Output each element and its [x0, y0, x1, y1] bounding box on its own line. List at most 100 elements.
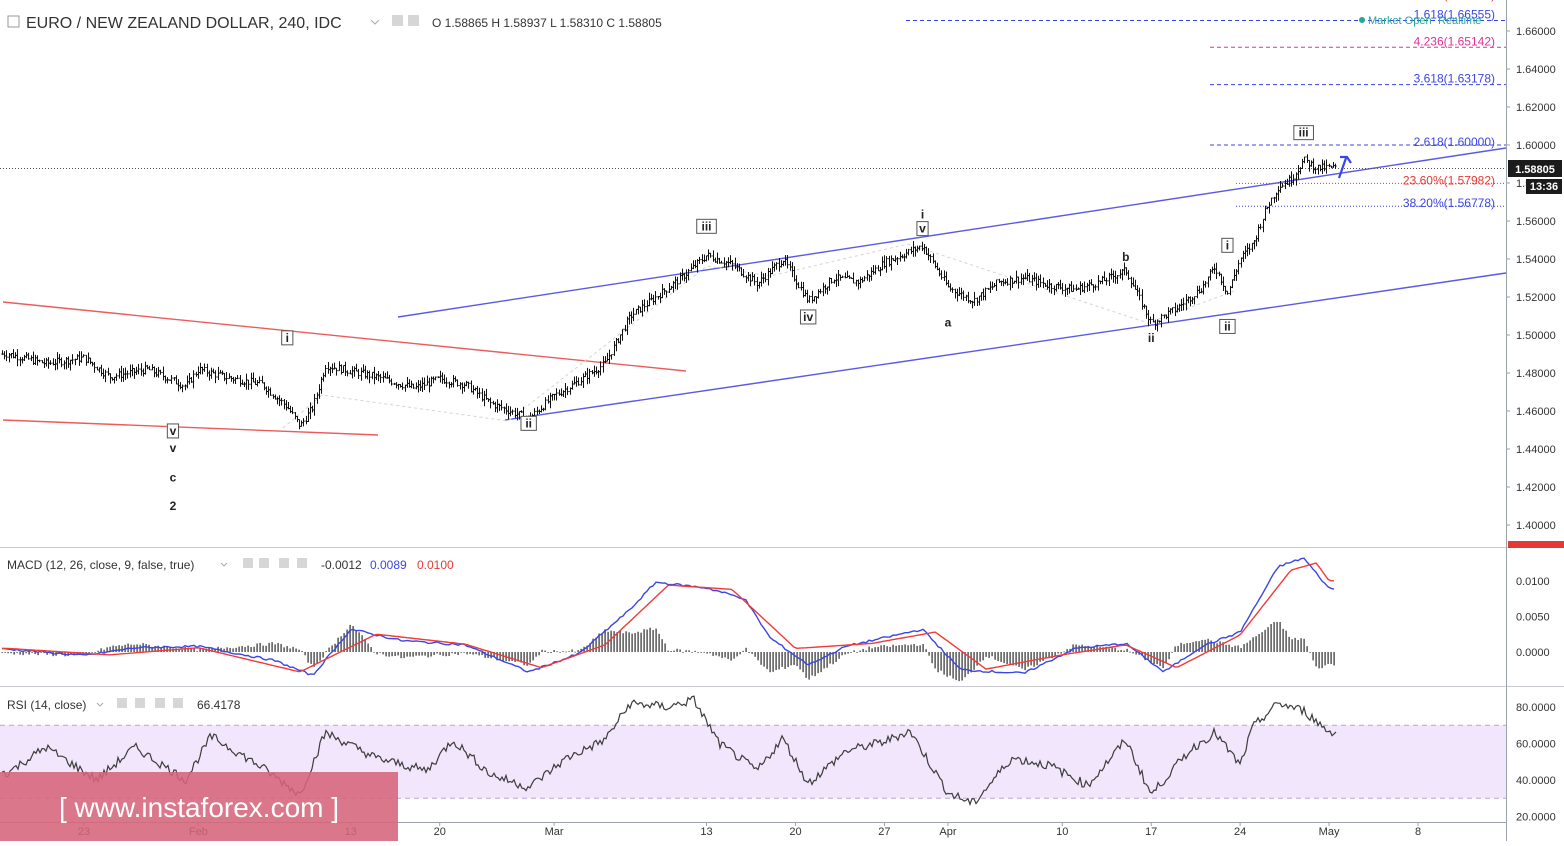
macd-histogram-bar	[424, 652, 426, 656]
macd-histogram-bar	[277, 642, 279, 652]
macd-histogram-bar	[538, 652, 540, 656]
fib-level-label[interactable]: 2.618(1.60000)	[1414, 135, 1495, 149]
macd-histogram-bar	[622, 633, 624, 652]
fib-level-label[interactable]: 5(1.67570)	[1437, 0, 1495, 2]
wave-label[interactable]: c	[170, 471, 177, 485]
macd-histogram-bar	[628, 632, 630, 652]
wave-label[interactable]: ii	[1224, 319, 1231, 333]
wave-label[interactable]: b	[1122, 250, 1129, 264]
macd-histogram-bar	[1042, 652, 1044, 661]
macd-histogram-bar	[409, 652, 411, 657]
macd-histogram-bar	[88, 652, 90, 654]
wave-label[interactable]: v	[919, 222, 926, 236]
macd-histogram-bar	[937, 652, 939, 673]
macd-histogram-bar	[529, 652, 531, 663]
macd-histogram-bar	[25, 652, 27, 654]
fib-level-label[interactable]: 4.236(1.65142)	[1414, 34, 1495, 48]
macd-histogram-bar	[601, 632, 603, 652]
macd-histogram-bar	[718, 652, 720, 657]
macd-histogram-bar	[727, 652, 729, 660]
eye-icon[interactable]	[117, 698, 127, 708]
macd-histogram-bar	[319, 652, 321, 661]
macd-histogram-bar	[904, 644, 906, 652]
macd-histogram-bar	[910, 644, 912, 652]
macd-histogram-bar	[1039, 652, 1041, 662]
macd-histogram-bar	[1303, 638, 1305, 652]
symbol-title[interactable]: EURO / NEW ZEALAND DOLLAR, 240, IDC	[26, 15, 342, 32]
wave-label[interactable]: ii	[525, 416, 532, 430]
wave-label[interactable]: iii	[702, 219, 712, 233]
price-tick-label: 1.60000	[1516, 140, 1556, 152]
fib-level-label[interactable]: 3.618(1.63178)	[1414, 72, 1495, 86]
macd-histogram-bar	[925, 649, 927, 652]
add-icon[interactable]	[155, 698, 165, 708]
add-icon[interactable]	[279, 558, 289, 568]
macd-title[interactable]: MACD (12, 26, close, 9, false, true)	[7, 558, 194, 572]
last-price-label: 1.58805	[1515, 164, 1555, 176]
time-tick-label: 27	[878, 826, 890, 838]
price-tick-label: 1.44000	[1516, 444, 1556, 456]
wave-label[interactable]: 2	[170, 499, 177, 513]
macd-histogram-bar	[943, 652, 945, 675]
macd-histogram-bar	[928, 652, 930, 656]
eye-icon[interactable]	[392, 15, 403, 26]
wave-label[interactable]: ii	[1148, 331, 1155, 345]
macd-histogram-bar	[1291, 639, 1293, 652]
macd-histogram-bar	[10, 652, 12, 654]
macd-histogram-bar	[511, 652, 513, 661]
macd-histogram-bar	[1240, 648, 1242, 652]
macd-histogram-bar	[694, 650, 696, 652]
macd-histogram-bar	[118, 645, 120, 652]
time-tick-label: Apr	[939, 826, 956, 838]
macd-histogram-bar	[463, 652, 465, 653]
wave-label[interactable]: iv	[803, 310, 813, 324]
close-icon[interactable]	[297, 558, 307, 568]
macd-histogram-bar	[532, 652, 534, 661]
macd-histogram-bar	[499, 652, 501, 660]
macd-histogram-bar	[1312, 652, 1314, 661]
wave-label[interactable]: i	[286, 331, 289, 345]
macd-histogram-bar	[1294, 637, 1296, 652]
eye-icon[interactable]	[243, 558, 253, 568]
macd-histogram-bar	[262, 645, 264, 652]
macd-histogram-bar	[550, 652, 552, 654]
macd-histogram-bar	[454, 652, 456, 654]
macd-histogram-bar	[691, 652, 693, 653]
fib-level-label[interactable]: 23.60%(1.57982)	[1403, 173, 1495, 187]
macd-histogram-bar	[1171, 652, 1173, 653]
fib-level-label[interactable]: 38.20%(1.56778)	[1403, 196, 1495, 210]
macd-histogram-bar	[847, 652, 849, 654]
close-icon[interactable]	[173, 698, 183, 708]
macd-histogram-bar	[1234, 645, 1236, 652]
macd-histogram-bar	[478, 652, 480, 656]
macd-histogram-bar	[1165, 652, 1167, 663]
macd-tick-label: 0.0100	[1516, 576, 1550, 588]
macd-histogram-bar	[679, 649, 681, 652]
macd-histogram-bar	[145, 643, 147, 652]
macd-histogram-bar	[364, 638, 366, 652]
macd-histogram-bar	[676, 648, 678, 652]
trading-chart[interactable]: 5(1.67570)1.618(1.66555)4.236(1.65142)3.…	[0, 0, 1564, 841]
macd-histogram-bar	[1006, 652, 1008, 665]
wave-label[interactable]: v	[170, 424, 177, 438]
macd-histogram-bar	[1258, 634, 1260, 652]
macd-histogram-bar	[706, 652, 708, 654]
wave-label[interactable]: i	[1226, 238, 1229, 252]
macd-histogram-bar	[883, 644, 885, 652]
macd-histogram-bar	[1081, 644, 1083, 652]
rsi-title[interactable]: RSI (14, close)	[7, 698, 86, 712]
macd-histogram-bar	[604, 629, 606, 652]
gear-icon[interactable]	[135, 698, 145, 708]
gear-icon[interactable]	[259, 558, 269, 568]
gear-icon[interactable]	[408, 15, 419, 26]
price-tick-label: 1.54000	[1516, 254, 1556, 266]
price-tick-label: 1.56000	[1516, 216, 1556, 228]
macd-histogram-bar	[97, 650, 99, 652]
macd-histogram-bar	[1003, 652, 1005, 664]
macd-histogram-bar	[880, 645, 882, 652]
wave-label[interactable]: i	[921, 207, 924, 221]
wave-label[interactable]: iii	[1299, 126, 1309, 140]
macd-histogram-bar	[187, 649, 189, 652]
wave-label[interactable]: v	[170, 441, 177, 455]
wave-label[interactable]: a	[945, 316, 952, 330]
